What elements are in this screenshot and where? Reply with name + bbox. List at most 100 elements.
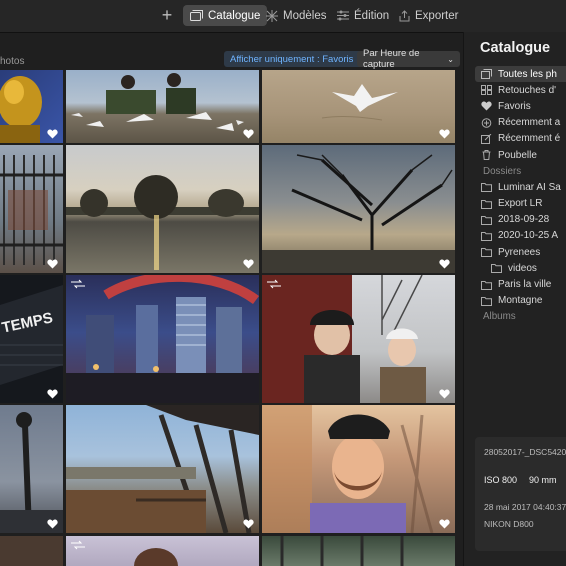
tab-label: Édition [354, 9, 390, 22]
nav-label: Favoris [498, 100, 531, 112]
plus-circle-icon [481, 117, 492, 128]
add-button[interactable]: + [158, 4, 176, 26]
photo-thumbnail[interactable] [0, 70, 63, 143]
folder-icon [481, 296, 492, 306]
folder-item[interactable]: Luminar AI Sa [475, 179, 566, 195]
folder-label: videos [508, 262, 537, 274]
trash-icon [482, 150, 491, 161]
heart-icon [481, 101, 492, 111]
grid-header: hotos Afficher uniquement : Favoris ⌄ Pa… [0, 48, 460, 70]
folder-label: Paris la ville [498, 279, 552, 291]
photo-thumbnail[interactable]: TEMPS [0, 275, 63, 403]
heart-icon[interactable] [439, 259, 450, 269]
tab-catalogue[interactable]: Catalogue [183, 5, 268, 26]
edit-icon [481, 133, 492, 144]
sort-label: Par Heure de capture [363, 48, 420, 70]
heart-icon[interactable] [439, 129, 450, 139]
info-focal: 90 mm [529, 475, 557, 485]
photo-thumbnail[interactable] [262, 145, 455, 273]
nav-all-photos[interactable]: Toutes les ph [475, 66, 566, 83]
stack-icon [71, 540, 85, 550]
folder-item[interactable]: Montagne [475, 293, 566, 309]
folder-label: Export LR [498, 198, 543, 210]
catalog-icon [190, 10, 203, 21]
folder-item[interactable]: Pyrenees [475, 244, 566, 260]
photo-thumbnail[interactable] [262, 275, 455, 403]
photo-thumbnail[interactable] [66, 405, 259, 533]
heart-icon[interactable] [439, 389, 450, 399]
templates-icon [266, 9, 278, 22]
nav-trash[interactable]: Poubelle [475, 147, 566, 163]
nav-label: Retouches d' [498, 84, 557, 96]
folder-icon [481, 199, 492, 209]
info-date: 28 mai 2017 04:40:37 [484, 502, 566, 512]
folder-item-sub[interactable]: videos [475, 260, 566, 276]
photo-info-card: 28052017-_DSC5420 ISO 800 90 mm 28 mai 2… [475, 437, 566, 551]
top-toolbar: + Catalogue Modèles Édition Exporter [0, 0, 566, 33]
nav-favorites[interactable]: Favoris [475, 98, 566, 114]
photo-grid: TEMPS [0, 70, 460, 566]
photo-thumbnail[interactable] [66, 70, 259, 143]
folder-label: Pyrenees [498, 246, 541, 258]
folder-icon [491, 264, 502, 274]
panel-title: Catalogue [480, 40, 551, 56]
grid-icon [481, 85, 492, 96]
nav-label: Toutes les ph [498, 68, 557, 80]
heart-icon[interactable] [47, 389, 58, 399]
photo-thumbnail[interactable] [66, 145, 259, 273]
folder-icon [481, 248, 492, 258]
heart-icon[interactable] [439, 519, 450, 529]
folder-icon [481, 215, 492, 225]
photo-thumbnail[interactable] [66, 275, 259, 403]
nav-label: Récemment a [498, 117, 561, 129]
tab-edition[interactable]: Édition [330, 5, 396, 26]
heart-icon[interactable] [243, 129, 254, 139]
info-camera: NIKON D800 [484, 519, 534, 529]
sliders-icon [337, 10, 349, 21]
folder-item[interactable]: 2018-09-28 [475, 212, 566, 228]
filter-label: Afficher uniquement : Favoris [230, 53, 354, 65]
nav-recently-added[interactable]: Récemment a [475, 115, 566, 131]
nav-recently-edited[interactable]: Récemment é [475, 131, 566, 147]
photo-thumbnail[interactable] [0, 536, 63, 566]
tab-label: Modèles [283, 9, 327, 22]
heart-icon[interactable] [243, 519, 254, 529]
folder-item[interactable]: Paris la ville [475, 276, 566, 292]
photo-thumbnail[interactable] [66, 536, 259, 566]
nav-label: Poubelle [498, 149, 537, 161]
photo-thumbnail[interactable] [0, 145, 63, 273]
tab-exporter[interactable]: Exporter [392, 5, 465, 26]
folder-item[interactable]: Export LR [475, 196, 566, 212]
info-filename: 28052017-_DSC5420 [484, 447, 566, 457]
photo-thumbnail[interactable] [0, 405, 63, 533]
library-nav: Toutes les ph Retouches d' Favoris Récem… [475, 66, 566, 325]
export-icon [399, 9, 410, 22]
chevron-down-icon: ⌄ [447, 54, 454, 64]
tab-label: Exporter [415, 9, 459, 22]
nav-label: Récemment é [498, 133, 561, 145]
photo-thumbnail[interactable] [262, 405, 455, 533]
photos-icon [481, 69, 492, 80]
section-label: hotos [0, 56, 25, 67]
folder-label: 2020-10-25 A [498, 230, 559, 242]
albums-heading[interactable]: Albums [475, 309, 566, 325]
heart-icon[interactable] [47, 519, 58, 529]
heart-icon[interactable] [47, 259, 58, 269]
folder-label: Luminar AI Sa [498, 181, 561, 193]
folder-item[interactable]: 2020-10-25 A [475, 228, 566, 244]
folder-icon [481, 183, 492, 193]
sort-dropdown[interactable]: Par Heure de capture ⌄ [357, 48, 460, 70]
tab-modeles[interactable]: Modèles [259, 5, 333, 26]
folders-heading: Dossiers [483, 165, 522, 177]
filter-dropdown[interactable]: Afficher uniquement : Favoris ⌄ [224, 51, 371, 67]
nav-edits[interactable]: Retouches d' [475, 82, 566, 98]
folder-label: Montagne [498, 295, 543, 307]
photo-thumbnail[interactable] [262, 536, 455, 566]
stack-icon [71, 279, 85, 289]
folder-icon [481, 280, 492, 290]
photo-thumbnail[interactable] [262, 70, 455, 143]
folder-label: 2018-09-28 [498, 214, 550, 226]
heart-icon[interactable] [243, 259, 254, 269]
folder-icon [481, 231, 492, 241]
heart-icon[interactable] [47, 129, 58, 139]
